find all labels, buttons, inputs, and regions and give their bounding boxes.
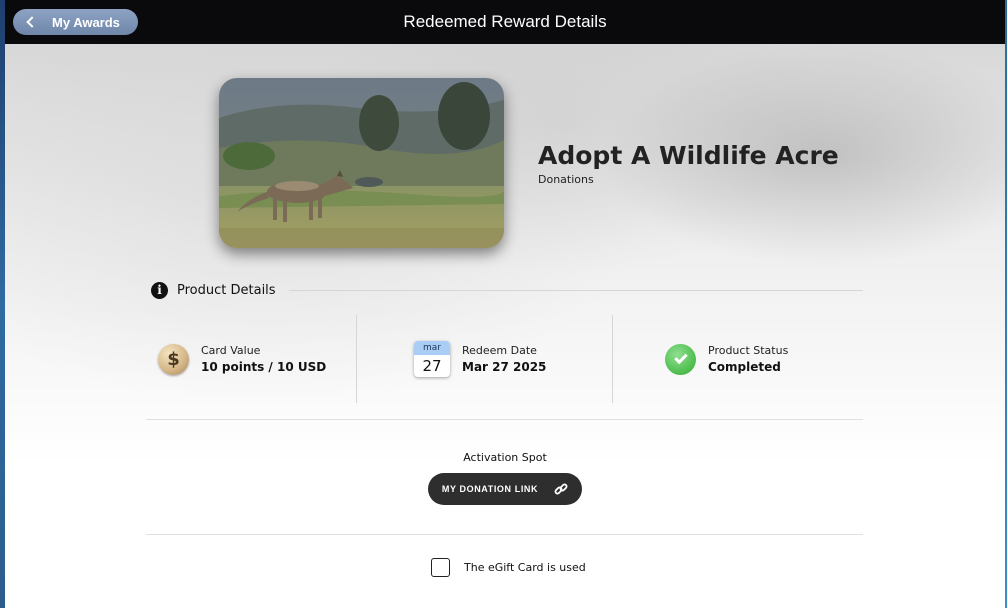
redeem-date-cell: mar 27 Redeem Date Mar 27 2025 — [356, 315, 612, 403]
section-title: Product Details — [177, 282, 276, 298]
link-icon — [554, 482, 568, 496]
calendar-day: 27 — [422, 357, 442, 375]
product-details-header: i Product Details — [151, 280, 863, 300]
redeem-date: Mar 27 2025 — [462, 360, 547, 374]
activation-label: Activation Spot — [463, 451, 547, 464]
divider — [146, 534, 863, 535]
divider — [146, 419, 863, 420]
check-circle-icon — [665, 343, 696, 375]
details-row: $ Card Value 10 points / 10 USD mar 27 R… — [146, 315, 863, 403]
card-value: 10 points / 10 USD — [201, 360, 327, 374]
dollar-symbol: $ — [167, 348, 180, 370]
product-status-cell: Product Status Completed — [612, 315, 863, 403]
redeem-date-label: Redeem Date — [462, 344, 537, 357]
product-status: Completed — [708, 360, 781, 374]
product-name: Adopt A Wildlife Acre — [538, 141, 839, 170]
page-title: Redeemed Reward Details — [403, 12, 607, 31]
top-bar: My Awards Redeemed Reward Details — [5, 0, 1005, 44]
donation-link-label: MY DONATION LINK — [441, 484, 539, 494]
product-status-label: Product Status — [708, 344, 789, 357]
egift-used-label: The eGift Card is used — [464, 560, 586, 574]
dollar-coin-icon: $ — [158, 343, 189, 375]
wolf-photo-icon — [219, 78, 504, 248]
calendar-icon: mar 27 — [414, 341, 450, 377]
calendar-month: mar — [414, 341, 450, 355]
donation-link-button[interactable]: MY DONATION LINK — [428, 473, 582, 505]
section-divider — [288, 289, 863, 291]
info-icon: i — [151, 281, 168, 299]
egift-used-checkbox[interactable] — [431, 557, 450, 577]
egift-used-row: The eGift Card is used — [431, 557, 586, 577]
product-image — [219, 78, 504, 248]
card-value-cell: $ Card Value 10 points / 10 USD — [146, 315, 356, 403]
app-window: My Awards Redeemed Reward Details Adopt … — [5, 0, 1005, 608]
product-category: Donations — [538, 173, 594, 186]
card-value-label: Card Value — [201, 344, 261, 357]
